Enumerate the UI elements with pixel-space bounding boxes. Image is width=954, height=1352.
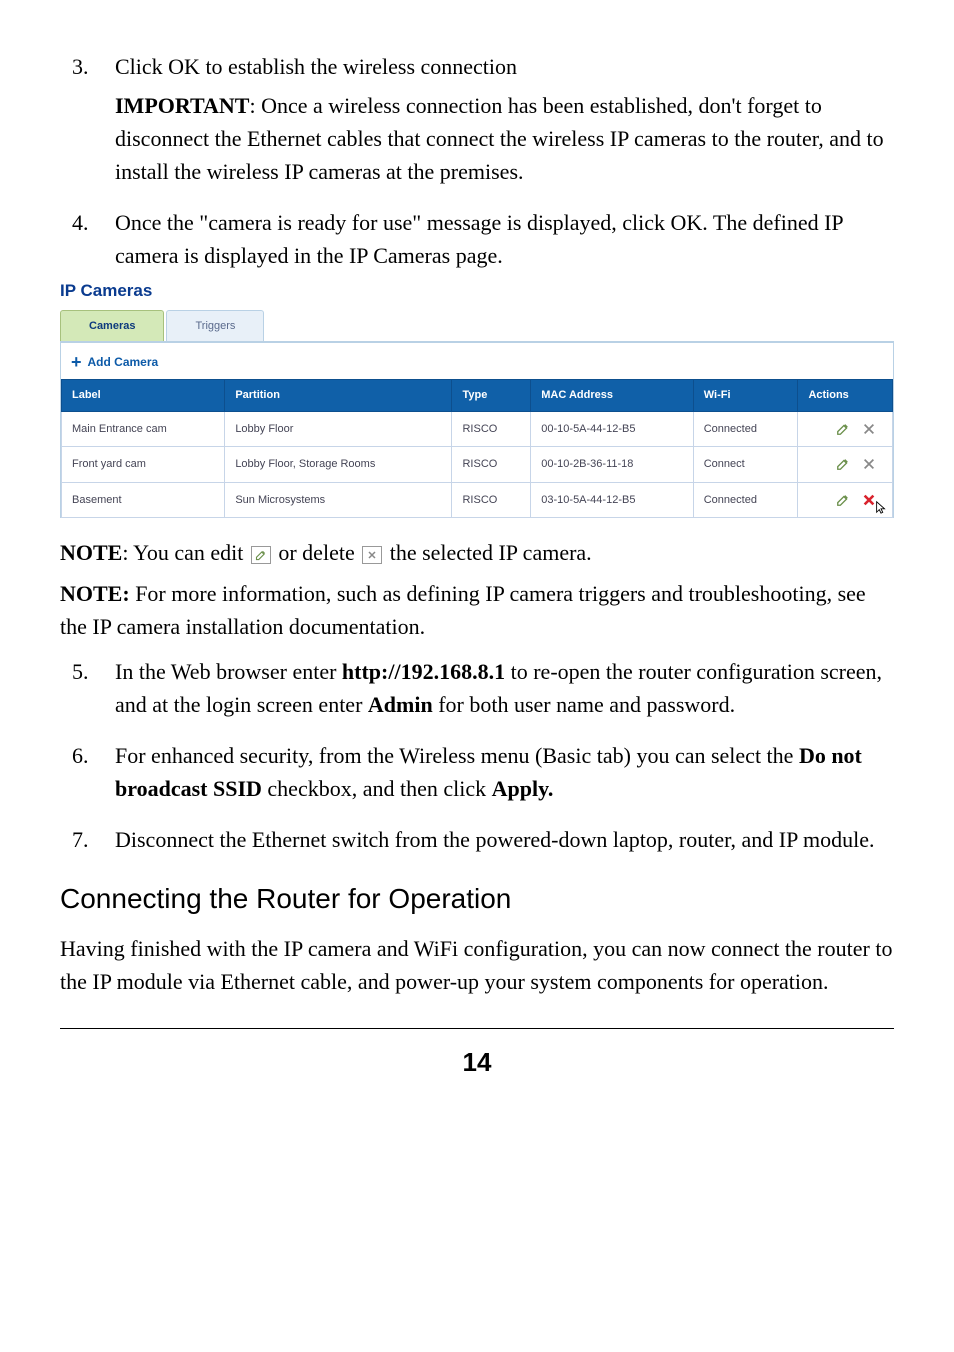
- th-wifi: Wi-Fi: [693, 380, 798, 412]
- add-camera-button[interactable]: + Add Camera: [61, 353, 893, 379]
- cell-partition: Lobby Floor, Storage Rooms: [225, 447, 452, 483]
- cursor-icon: [874, 500, 888, 520]
- delete-inline-icon: [362, 546, 382, 564]
- cell-mac: 00-10-2B-36-11-18: [531, 447, 693, 483]
- cell-label: Basement: [62, 482, 225, 518]
- note-2-text: For more information, such as defining I…: [60, 581, 866, 639]
- delete-icon[interactable]: [862, 422, 876, 436]
- cell-type: RISCO: [452, 411, 531, 447]
- step-6: For enhanced security, from the Wireless…: [60, 739, 894, 805]
- table-row: Main Entrance camLobby FloorRISCO00-10-5…: [62, 411, 893, 447]
- cell-partition: Sun Microsystems: [225, 482, 452, 518]
- note-1-b: or delete: [273, 540, 360, 565]
- step-6-c: checkbox, and then click: [262, 776, 492, 801]
- edit-icon[interactable]: [836, 422, 850, 436]
- table-row: Front yard camLobby Floor, Storage Rooms…: [62, 447, 893, 483]
- tab-triggers[interactable]: Triggers: [166, 310, 264, 342]
- footer-divider: [60, 1028, 894, 1029]
- cell-label: Main Entrance cam: [62, 411, 225, 447]
- step-6-a: For enhanced security, from the Wireless…: [115, 743, 799, 768]
- step-7: Disconnect the Ethernet switch from the …: [60, 823, 894, 856]
- section-body: Having finished with the IP camera and W…: [60, 932, 894, 998]
- note-1-c: the selected IP camera.: [384, 540, 591, 565]
- note-2-label: NOTE:: [60, 581, 130, 606]
- step-5: In the Web browser enter http://192.168.…: [60, 655, 894, 721]
- th-partition: Partition: [225, 380, 452, 412]
- cameras-panel: + Add Camera Label Partition Type MAC Ad…: [60, 341, 894, 518]
- th-type: Type: [452, 380, 531, 412]
- step-4-text: Once the "camera is ready for use" messa…: [115, 210, 843, 268]
- edit-icon[interactable]: [836, 457, 850, 471]
- table-row: BasementSun MicrosystemsRISCO03-10-5A-44…: [62, 482, 893, 518]
- wifi-connect-link[interactable]: Connect: [693, 447, 798, 483]
- note-2: NOTE: For more information, such as defi…: [60, 577, 894, 643]
- step-3: Click OK to establish the wireless conne…: [60, 50, 894, 188]
- th-label: Label: [62, 380, 225, 412]
- section-heading: Connecting the Router for Operation: [60, 878, 894, 920]
- wifi-status: Connected: [693, 411, 798, 447]
- cell-type: RISCO: [452, 447, 531, 483]
- cell-mac: 00-10-5A-44-12-B5: [531, 411, 693, 447]
- step-3-line1: Click OK to establish the wireless conne…: [115, 54, 517, 79]
- step-5-e: for both user name and password.: [433, 692, 735, 717]
- step-7-text: Disconnect the Ethernet switch from the …: [115, 827, 875, 852]
- cell-actions: [798, 447, 893, 483]
- tab-cameras[interactable]: Cameras: [60, 310, 164, 342]
- step-6-d: Apply.: [492, 776, 554, 801]
- note-1-label: NOTE: [60, 540, 122, 565]
- important-label: IMPORTANT: [115, 93, 249, 118]
- step-5-b: http://192.168.8.1: [342, 659, 505, 684]
- th-mac: MAC Address: [531, 380, 693, 412]
- wifi-status: Connected: [693, 482, 798, 518]
- edit-icon[interactable]: [836, 493, 850, 507]
- tabs: Cameras Triggers: [60, 310, 894, 342]
- cell-label: Front yard cam: [62, 447, 225, 483]
- edit-inline-icon: [251, 546, 271, 564]
- page-number: 14: [60, 1043, 894, 1082]
- add-camera-label: Add Camera: [88, 353, 159, 371]
- note-1: NOTE: You can edit or delete the selecte…: [60, 536, 894, 569]
- cell-actions: [798, 411, 893, 447]
- ip-cameras-heading: IP Cameras: [60, 278, 894, 304]
- cell-partition: Lobby Floor: [225, 411, 452, 447]
- step-5-d: Admin: [368, 692, 433, 717]
- plus-icon: +: [71, 356, 82, 368]
- step-5-a: In the Web browser enter: [115, 659, 342, 684]
- cell-mac: 03-10-5A-44-12-B5: [531, 482, 693, 518]
- cell-actions: [798, 482, 893, 518]
- cameras-table: Label Partition Type MAC Address Wi-Fi A…: [61, 379, 893, 518]
- th-actions: Actions: [798, 380, 893, 412]
- step-4: Once the "camera is ready for use" messa…: [60, 206, 894, 518]
- step-3-important: IMPORTANT: Once a wireless connection ha…: [115, 89, 894, 188]
- cell-type: RISCO: [452, 482, 531, 518]
- delete-icon[interactable]: [862, 457, 876, 471]
- note-1-a: : You can edit: [122, 540, 249, 565]
